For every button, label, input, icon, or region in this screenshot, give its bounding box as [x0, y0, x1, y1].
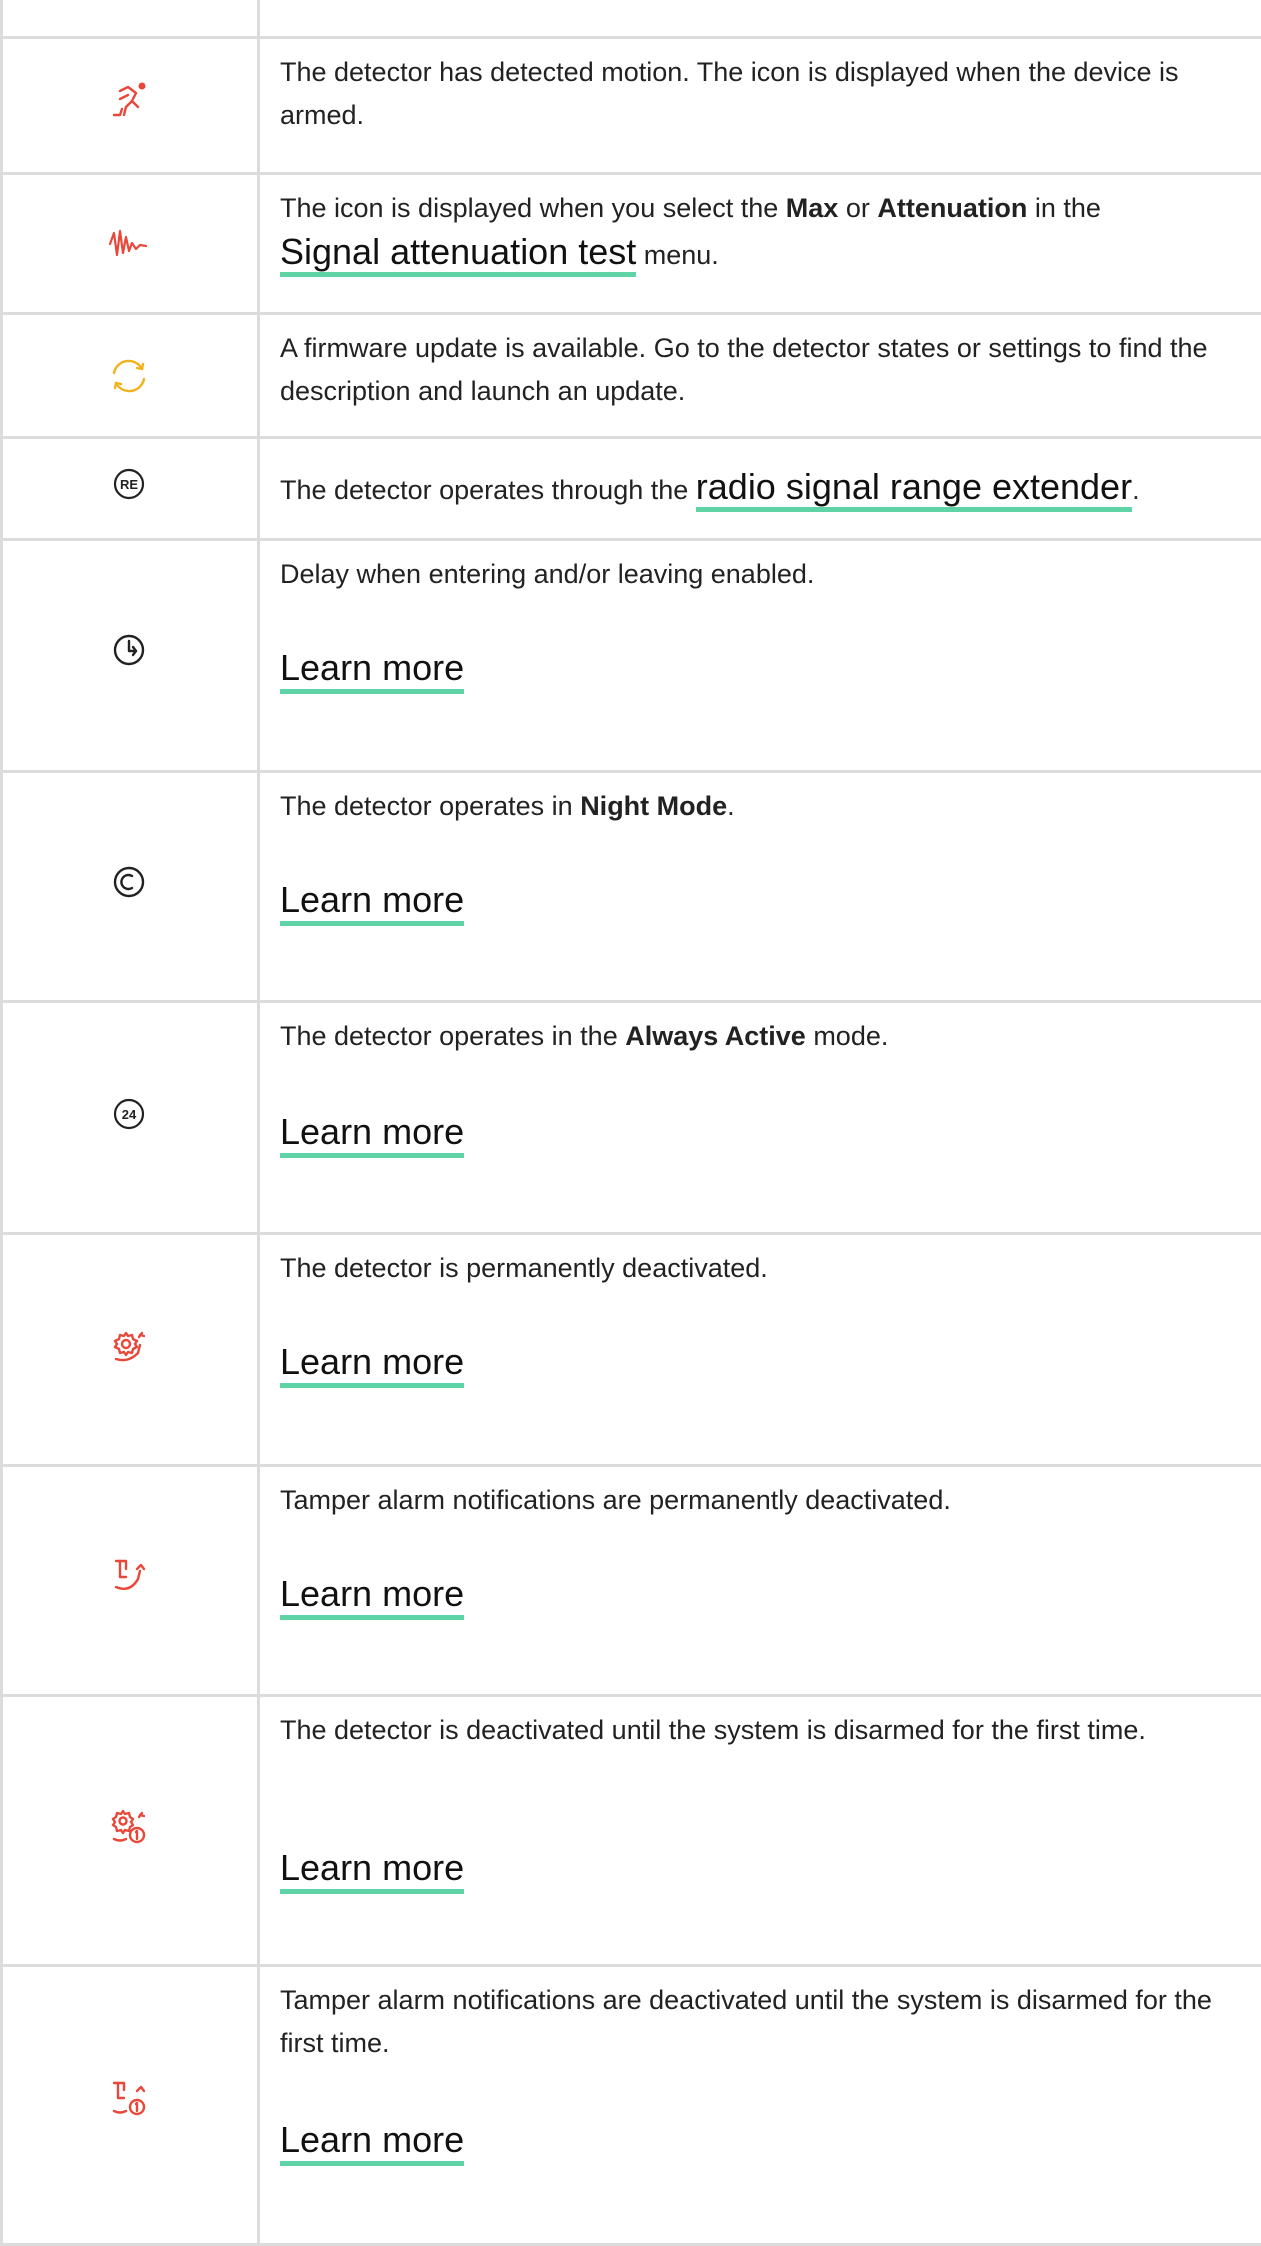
table-row: The detector is permanently deactivated.…	[0, 1232, 1261, 1464]
motion-running-icon	[104, 75, 154, 125]
gear-deactivated-until-disarm-icon	[104, 1803, 154, 1853]
row-description: The detector operates through the radio …	[280, 465, 1251, 512]
learn-more-link[interactable]: Learn more	[280, 1847, 465, 1894]
row-description: The detector has detected motion. The ic…	[280, 57, 1179, 130]
row-description: The detector is permanently deactivated.	[280, 1253, 768, 1283]
delay-clock-icon	[104, 625, 154, 675]
row-description: The icon is displayed when you select th…	[280, 187, 1251, 277]
table-row: A firmware update is available. Go to th…	[0, 312, 1261, 436]
row-description: The detector operates in the Always Acti…	[280, 1021, 889, 1051]
signal-attenuation-test-link[interactable]: Signal attenuation test	[280, 231, 637, 277]
table-row: RE The detector operates through the rad…	[0, 436, 1261, 538]
row-description: A firmware update is available. Go to th…	[280, 333, 1208, 406]
table-row: The icon is displayed when you select th…	[0, 172, 1261, 312]
signal-wave-icon	[104, 219, 154, 269]
row-description: The detector is deactivated until the sy…	[280, 1715, 1146, 1745]
table-row: The detector is deactivated until the sy…	[0, 1694, 1261, 1964]
learn-more-link[interactable]: Learn more	[280, 1573, 465, 1620]
table-row: Delay when entering and/or leaving enabl…	[0, 538, 1261, 770]
learn-more-link[interactable]: Learn more	[280, 879, 465, 926]
row-description: The detector operates in Night Mode.	[280, 791, 735, 821]
tamper-deactivated-icon	[104, 1551, 154, 1601]
radio-signal-range-extender-link[interactable]: radio signal range extender	[695, 466, 1133, 512]
status-icons-table: The detector has detected motion. The ic…	[0, 0, 1261, 2246]
row-description: Tamper alarm notifications are deactivat…	[280, 1985, 1212, 2058]
tamper-deactivated-until-disarm-icon	[104, 2075, 154, 2125]
learn-more-link[interactable]: Learn more	[280, 1111, 465, 1158]
gear-deactivated-icon	[104, 1321, 154, 1371]
svg-text:24: 24	[122, 1107, 137, 1122]
firmware-update-icon	[104, 351, 154, 401]
always-active-24-icon: 24	[104, 1089, 154, 1139]
table-row: Tamper alarm notifications are permanent…	[0, 1464, 1261, 1694]
range-extender-re-icon: RE	[104, 459, 154, 509]
table-row: 24 The detector operates in the Always A…	[0, 1000, 1261, 1232]
learn-more-link[interactable]: Learn more	[280, 647, 465, 694]
row-description: Delay when entering and/or leaving enabl…	[280, 559, 815, 589]
table-row: Tamper alarm notifications are deactivat…	[0, 1964, 1261, 2246]
table-row: The detector has detected motion. The ic…	[0, 36, 1261, 172]
svg-text:RE: RE	[120, 477, 138, 492]
night-mode-icon	[104, 857, 154, 907]
row-description: Tamper alarm notifications are permanent…	[280, 1485, 951, 1515]
learn-more-link[interactable]: Learn more	[280, 1341, 465, 1388]
learn-more-link[interactable]: Learn more	[280, 2119, 465, 2166]
table-row: The detector operates in Night Mode. Lea…	[0, 770, 1261, 1000]
